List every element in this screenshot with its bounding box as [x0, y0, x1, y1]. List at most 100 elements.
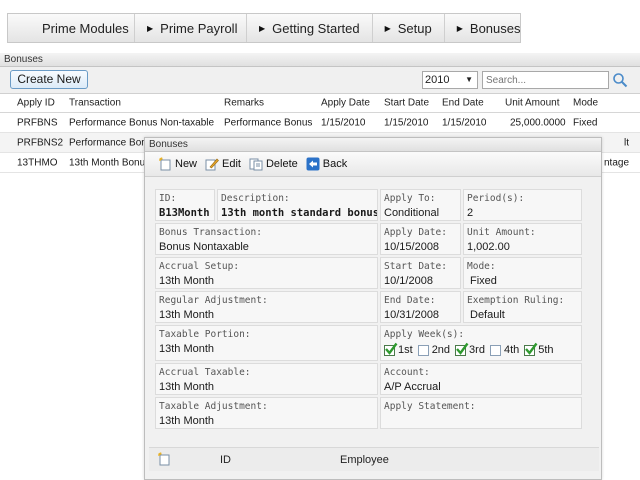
- checkmark-icon: [385, 342, 398, 355]
- field-label: Start Date:: [384, 261, 447, 272]
- panel-title: Bonuses: [0, 53, 640, 67]
- employee-grid-header: ID Employee: [149, 447, 599, 471]
- field-taxable-adjustment: Taxable Adjustment: 13th Month: [155, 397, 378, 429]
- field-unit-amount: Unit Amount: 1,002.00: [463, 223, 582, 255]
- week-label: 1st: [398, 344, 413, 356]
- field-value: 13th Month: [159, 275, 215, 287]
- cell-apply-id: PRFBNS: [17, 117, 58, 128]
- grid-toolbar: Create New 2010 ▼: [0, 67, 640, 94]
- checkbox-checked[interactable]: [384, 342, 398, 356]
- delete-button[interactable]: Delete: [249, 157, 298, 171]
- field-label: Account:: [384, 367, 430, 378]
- week-3rd-checkbox[interactable]: 3rd: [455, 342, 485, 356]
- new-row-icon[interactable]: [157, 452, 171, 469]
- chevron-down-icon: ▼: [465, 75, 473, 84]
- field-start-date: Start Date: 10/1/2008: [380, 257, 461, 289]
- dialog-title: Bonuses: [145, 138, 601, 152]
- field-mode: Mode: Fixed: [463, 257, 582, 289]
- week-1st-checkbox[interactable]: 1st: [384, 342, 413, 356]
- field-value: Bonus Nontaxable: [159, 241, 249, 253]
- nav-label: Getting Started: [272, 20, 360, 36]
- checkbox-checked[interactable]: [524, 342, 538, 356]
- field-apply-statement: Apply Statement:: [380, 397, 582, 429]
- column-header[interactable]: Employee: [340, 454, 389, 466]
- field-value: Fixed: [470, 275, 497, 287]
- back-button[interactable]: Back: [306, 157, 347, 171]
- nav-bonuses[interactable]: ▶ Bonuses: [445, 14, 533, 42]
- nav-getting-started[interactable]: ▶ Getting Started: [247, 14, 373, 42]
- field-apply-weeks: Apply Week(s): 1st 2nd 3rd 4th 5th: [380, 325, 582, 361]
- edit-label: Edit: [222, 158, 241, 170]
- delete-label: Delete: [265, 158, 298, 170]
- column-header[interactable]: Transaction: [69, 98, 121, 109]
- field-taxable-portion: Taxable Portion: 13th Month: [155, 325, 378, 361]
- field-value: 10/15/2008: [384, 241, 440, 253]
- week-label: 5th: [538, 344, 554, 356]
- cell-mode: lt: [624, 137, 629, 148]
- field-value: 1,002.00: [467, 241, 510, 253]
- nav-label: Prime Modules: [42, 20, 129, 36]
- field-exemption-ruling: Exemption Ruling: Default: [463, 291, 582, 323]
- cell-apply-id: 13THMO: [17, 157, 58, 168]
- column-header[interactable]: Remarks: [224, 98, 264, 109]
- caret-right-icon: ▶: [147, 23, 154, 33]
- cell-transaction: Performance Bon: [69, 137, 147, 148]
- field-label: Accrual Taxable:: [159, 367, 251, 378]
- field-label: Apply To:: [384, 193, 436, 204]
- field-value: Conditional: [384, 207, 440, 219]
- checkbox-checked[interactable]: [455, 342, 469, 356]
- week-5th-checkbox[interactable]: 5th: [524, 342, 554, 356]
- new-button[interactable]: New: [158, 157, 197, 171]
- column-header[interactable]: Apply ID: [17, 98, 55, 109]
- column-header[interactable]: Start Date: [384, 98, 429, 109]
- field-label: Period(s):: [467, 193, 525, 204]
- column-header[interactable]: ID: [220, 454, 231, 466]
- field-label: Apply Date:: [384, 227, 447, 238]
- field-bonus-transaction: Bonus Transaction: Bonus Nontaxable: [155, 223, 378, 255]
- caret-right-icon: ▶: [259, 23, 266, 33]
- field-label: Apply Statement:: [384, 401, 476, 412]
- field-value: 13th Month: [159, 381, 215, 393]
- edit-button[interactable]: Edit: [205, 157, 241, 171]
- back-arrow-icon: [306, 157, 320, 171]
- column-header[interactable]: Mode: [573, 98, 598, 109]
- new-label: New: [175, 158, 198, 170]
- search-input[interactable]: [482, 71, 609, 89]
- week-label: 3rd: [469, 344, 485, 356]
- year-select[interactable]: 2010 ▼: [422, 71, 478, 89]
- nav-prime-modules[interactable]: Prime Modules: [8, 14, 135, 42]
- cell-mode: ntage: [604, 157, 630, 168]
- edit-icon: [205, 158, 219, 171]
- top-navigation: Prime Modules ▶ Prime Payroll ▶ Getting …: [7, 13, 521, 43]
- field-label: Mode:: [467, 261, 496, 272]
- new-document-icon: [159, 157, 171, 171]
- cell-end-date: 1/15/2010: [442, 117, 487, 128]
- cell-transaction: 13th Month Bonu: [69, 157, 146, 168]
- field-accrual-setup: Accrual Setup: 13th Month: [155, 257, 378, 289]
- back-label: Back: [322, 158, 348, 170]
- week-2nd-checkbox[interactable]: 2nd: [417, 344, 450, 356]
- delete-icon: [249, 158, 263, 171]
- search-icon[interactable]: [612, 72, 628, 88]
- field-value: 13th Month: [159, 415, 215, 427]
- field-label: Apply Week(s):: [384, 329, 465, 340]
- field-value: 10/1/2008: [384, 275, 433, 287]
- field-periods: Period(s): 2: [463, 189, 582, 221]
- field-label: Description:: [221, 193, 290, 204]
- caret-right-icon: ▶: [384, 23, 391, 33]
- column-header[interactable]: End Date: [442, 98, 484, 109]
- checkbox-unchecked[interactable]: [417, 344, 429, 356]
- field-end-date: End Date: 10/31/2008: [380, 291, 461, 323]
- checkbox-unchecked[interactable]: [489, 344, 501, 356]
- checkmark-icon: [456, 342, 469, 355]
- nav-label: Prime Payroll: [160, 20, 238, 36]
- create-new-button[interactable]: Create New: [10, 70, 88, 89]
- column-header[interactable]: Apply Date: [321, 98, 370, 109]
- column-header[interactable]: Unit Amount: [505, 98, 559, 109]
- week-4th-checkbox[interactable]: 4th: [489, 344, 519, 356]
- nav-setup[interactable]: ▶ Setup: [373, 14, 445, 42]
- field-value: 10/31/2008: [384, 309, 440, 321]
- bonus-detail-fields: ID: B13Month Description: 13th month sta…: [154, 188, 587, 430]
- table-row[interactable]: PRFBNS Performance Bonus Non-taxable Per…: [0, 113, 640, 133]
- nav-prime-payroll[interactable]: ▶ Prime Payroll: [135, 14, 247, 42]
